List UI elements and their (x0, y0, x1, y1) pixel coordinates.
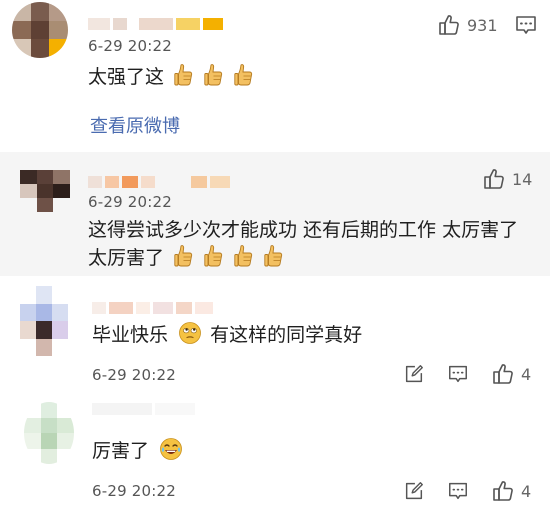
comment-icon (514, 13, 538, 37)
thumbs-up-icon (482, 167, 506, 191)
comment-text-body: 太厉害了 (88, 247, 165, 269)
edit-icon (403, 480, 425, 502)
username-redacted[interactable] (88, 17, 223, 31)
thumbs-up-emoji (234, 63, 254, 87)
username-redacted[interactable] (92, 402, 195, 416)
comment-text-body: 厉害了 (92, 440, 150, 462)
view-original-weibo-link[interactable]: 查看原微博 (90, 112, 180, 138)
avatar[interactable] (12, 2, 68, 58)
comment-feed: 6-29 20:22 太强了这 查看原微博 931 6-29 20:22 这得尝… (0, 0, 550, 506)
thumbs-up-emoji (174, 244, 194, 268)
comment-text-before: 毕业快乐 (92, 324, 169, 346)
like-count: 14 (512, 169, 533, 189)
username-redacted[interactable] (92, 301, 213, 315)
thumbs-up-icon (491, 479, 515, 503)
comment-time: 6-29 20:22 (92, 482, 177, 500)
like-button[interactable]: 4 (491, 479, 531, 503)
comment-item: 6-29 20:22 这得尝试多少次才能成功 还有后期的工作 太厉害了 太厉害了… (0, 152, 550, 276)
avatar[interactable] (24, 402, 74, 464)
comment-icon (447, 363, 469, 385)
comment-text: 毕业快乐 有这样的同学真好 (92, 320, 362, 350)
eye-roll-emoji (178, 321, 202, 345)
thumbs-up-emoji (174, 63, 194, 87)
comment-item: 厉害了 6-29 20:22 4 (0, 396, 550, 506)
comment-text: 太强了这 (88, 62, 254, 92)
comment-text-line2: 太厉害了 (88, 243, 284, 273)
comment-button[interactable] (514, 13, 538, 37)
comment-time: 6-29 20:22 (92, 366, 177, 384)
thumbs-up-icon (437, 13, 461, 37)
thumbs-up-emoji (264, 244, 284, 268)
avatar[interactable] (20, 170, 70, 212)
repost-button[interactable] (403, 363, 425, 385)
thumbs-up-emoji (234, 244, 254, 268)
comment-item: 毕业快乐 有这样的同学真好 6-29 20:22 4 (0, 276, 550, 396)
avatar[interactable] (20, 286, 68, 356)
comment-text-line1: 这得尝试多少次才能成功 还有后期的工作 太厉害了 (88, 219, 519, 241)
like-count: 4 (521, 481, 532, 501)
edit-icon (403, 363, 425, 385)
like-count: 931 (467, 15, 498, 35)
comment-text: 厉害了 (92, 436, 183, 466)
comment-button[interactable] (447, 480, 469, 502)
thumbs-up-emoji (204, 63, 224, 87)
comment-text-after: 有这样的同学真好 (210, 324, 363, 346)
comment-icon (447, 480, 469, 502)
comment-item: 6-29 20:22 太强了这 查看原微博 931 (0, 0, 550, 152)
comment-button[interactable] (447, 363, 469, 385)
comment-time: 6-29 20:22 (88, 37, 173, 55)
thumbs-up-emoji (204, 244, 224, 268)
like-button[interactable]: 931 (437, 13, 498, 37)
username-redacted[interactable] (88, 175, 230, 189)
comment-text-body: 太强了这 (88, 66, 165, 88)
like-button[interactable]: 4 (491, 362, 531, 386)
comment-time: 6-29 20:22 (88, 193, 173, 211)
like-count: 4 (521, 364, 532, 384)
repost-button[interactable] (403, 480, 425, 502)
thumbs-up-icon (491, 362, 515, 386)
laugh-cry-emoji (159, 437, 183, 461)
like-button[interactable]: 14 (482, 167, 532, 191)
